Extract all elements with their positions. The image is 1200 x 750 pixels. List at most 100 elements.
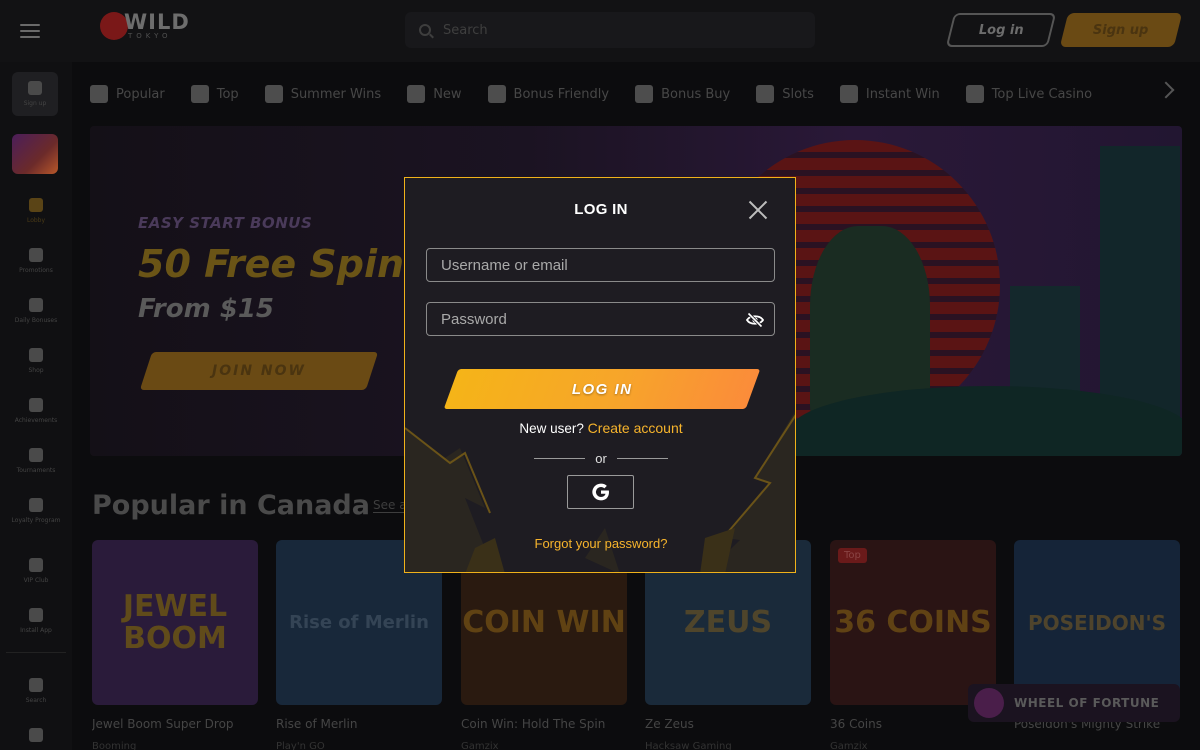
or-text: or bbox=[595, 450, 607, 466]
game-card[interactable]: JEWEL BOOM Jewel Boom Super Drop Booming bbox=[92, 540, 258, 750]
category-bonus-buy[interactable]: Bonus Buy bbox=[635, 85, 730, 103]
sidebar-item-achievements[interactable]: Achievements bbox=[0, 398, 72, 425]
header-signup-button[interactable]: Sign up bbox=[1059, 13, 1183, 47]
join-now-button[interactable]: JOIN NOW bbox=[139, 352, 379, 390]
category-bonus-friendly[interactable]: Bonus Friendly bbox=[487, 85, 610, 103]
new-user-row: New user? Create account bbox=[405, 420, 795, 436]
game-name: Rise of Merlin bbox=[276, 717, 358, 731]
login-submit-button[interactable]: LOG IN bbox=[443, 369, 761, 409]
game-thumbnail[interactable]: POSEIDON'S bbox=[1014, 540, 1180, 705]
sidebar-item-daily-bonuses[interactable]: Daily Bonuses bbox=[0, 298, 72, 325]
game-thumb-title: JEWEL BOOM bbox=[122, 588, 228, 656]
category-label: Popular bbox=[116, 86, 165, 102]
create-account-link[interactable]: Create account bbox=[588, 420, 683, 436]
divider-line bbox=[616, 457, 668, 459]
sidebar-item-label: Install App bbox=[20, 627, 52, 634]
game-name: Ze Zeus bbox=[645, 717, 694, 731]
sidebar-item-loyalty-program[interactable]: Loyalty Program bbox=[0, 498, 72, 525]
password-input[interactable] bbox=[441, 310, 741, 328]
username-input[interactable] bbox=[441, 256, 741, 274]
game-thumb-title: ZEUS bbox=[683, 604, 773, 640]
close-icon[interactable] bbox=[745, 197, 771, 223]
gift-icon bbox=[29, 298, 43, 312]
category-label: New bbox=[433, 86, 462, 102]
category-popular[interactable]: Popular bbox=[90, 85, 165, 103]
sidebar-item-promotions[interactable]: Promotions bbox=[0, 248, 72, 275]
search-bar[interactable] bbox=[405, 12, 815, 48]
category-label: Slots bbox=[782, 86, 814, 102]
game-thumb-title: COIN WIN bbox=[462, 604, 626, 640]
sidebar: Sign up Lobby Promotions Daily Bonuses S… bbox=[0, 62, 72, 750]
password-field[interactable] bbox=[426, 302, 775, 336]
flame-icon bbox=[190, 85, 209, 103]
search-input[interactable] bbox=[443, 22, 773, 38]
logo-main-text: WILD bbox=[124, 10, 190, 34]
site-logo[interactable]: WILD TOKYO bbox=[100, 12, 190, 40]
category-top-live-casino[interactable]: Top Live Casino bbox=[965, 85, 1093, 103]
eye-slash-icon[interactable] bbox=[746, 312, 764, 328]
search-icon bbox=[29, 678, 43, 692]
chat-icon bbox=[29, 728, 43, 742]
category-label: Bonus Friendly bbox=[513, 86, 610, 102]
sidebar-item-tournaments[interactable]: Tournaments bbox=[0, 448, 72, 475]
sidebar-item-chat[interactable] bbox=[0, 728, 72, 747]
sidebar-item-vip-club[interactable]: VIP Club bbox=[0, 558, 72, 585]
sidebar-item-label: Daily Bonuses bbox=[14, 317, 58, 324]
sidebar-divider bbox=[6, 652, 66, 653]
category-label: Top Live Casino bbox=[991, 86, 1093, 102]
sidebar-item-label: Achievements bbox=[14, 417, 58, 424]
menu-icon[interactable] bbox=[20, 24, 40, 38]
modal-title: LOG IN bbox=[574, 201, 628, 218]
sidebar-item-install-app[interactable]: Install App bbox=[0, 608, 72, 635]
game-thumbnail[interactable]: Top 36 COINS bbox=[830, 540, 996, 705]
banner-title: 50 Free Spins bbox=[138, 242, 427, 286]
sidebar-item-sign-up[interactable]: Sign up bbox=[12, 72, 58, 116]
medal-icon bbox=[29, 398, 43, 412]
sidebar-item-label: Sign up bbox=[23, 99, 47, 107]
heart-icon bbox=[29, 498, 43, 512]
banner-subtitle: From $15 bbox=[138, 294, 275, 324]
sidebar-item-label: Lobby bbox=[26, 217, 46, 224]
sidebar-item-lobby[interactable]: Lobby bbox=[0, 198, 72, 225]
crown-icon bbox=[90, 85, 108, 103]
category-nav: Popular Top Summer Wins New Bonus Friend… bbox=[90, 76, 1190, 112]
sidebar-promo-image[interactable] bbox=[12, 134, 58, 174]
header-login-label: Log in bbox=[978, 22, 1024, 38]
chevron-right-icon[interactable] bbox=[1157, 81, 1175, 99]
gift-icon bbox=[407, 85, 426, 103]
username-field[interactable] bbox=[426, 248, 775, 282]
or-divider: or bbox=[534, 450, 668, 466]
category-slots[interactable]: Slots bbox=[756, 85, 814, 103]
sidebar-item-label: Loyalty Program bbox=[11, 517, 61, 524]
top-header: WILD TOKYO Log in Sign up bbox=[0, 0, 1200, 62]
google-login-button[interactable] bbox=[567, 475, 634, 509]
sidebar-item-search[interactable]: Search bbox=[0, 678, 72, 705]
game-provider: Gamzix bbox=[461, 741, 499, 750]
game-name: Jewel Boom Super Drop bbox=[92, 717, 234, 731]
category-instant-win[interactable]: Instant Win bbox=[839, 85, 940, 103]
header-login-button[interactable]: Log in bbox=[945, 13, 1057, 47]
join-now-label: JOIN NOW bbox=[212, 363, 306, 379]
game-thumb-title: 36 COINS bbox=[834, 604, 992, 640]
logo-sub-text: TOKYO bbox=[128, 32, 172, 40]
game-provider: Play'n GO bbox=[276, 741, 325, 750]
sidebar-item-label: Shop bbox=[28, 367, 44, 374]
wheel-icon bbox=[974, 688, 1004, 718]
login-modal: LOG IN LOG IN New user? Create account o… bbox=[404, 177, 796, 573]
section-title: Popular in Canada bbox=[92, 490, 370, 521]
phone-icon bbox=[29, 608, 43, 622]
google-icon bbox=[591, 483, 609, 501]
category-label: Summer Wins bbox=[290, 86, 382, 102]
game-thumbnail[interactable]: JEWEL BOOM bbox=[92, 540, 258, 705]
forgot-password-link[interactable]: Forgot your password? bbox=[405, 536, 795, 551]
category-new[interactable]: New bbox=[407, 85, 462, 103]
wheel-of-fortune-widget[interactable]: WHEEL OF FORTUNE bbox=[968, 684, 1180, 722]
sidebar-item-label: Search bbox=[25, 697, 47, 704]
login-submit-label: LOG IN bbox=[571, 380, 633, 398]
slot-icon bbox=[756, 85, 775, 103]
sidebar-item-shop[interactable]: Shop bbox=[0, 348, 72, 375]
game-thumb-title: POSEIDON'S bbox=[1027, 610, 1167, 635]
category-summer-wins[interactable]: Summer Wins bbox=[264, 85, 382, 103]
sidebar-item-label: Tournaments bbox=[16, 467, 56, 474]
category-top[interactable]: Top bbox=[190, 85, 239, 103]
